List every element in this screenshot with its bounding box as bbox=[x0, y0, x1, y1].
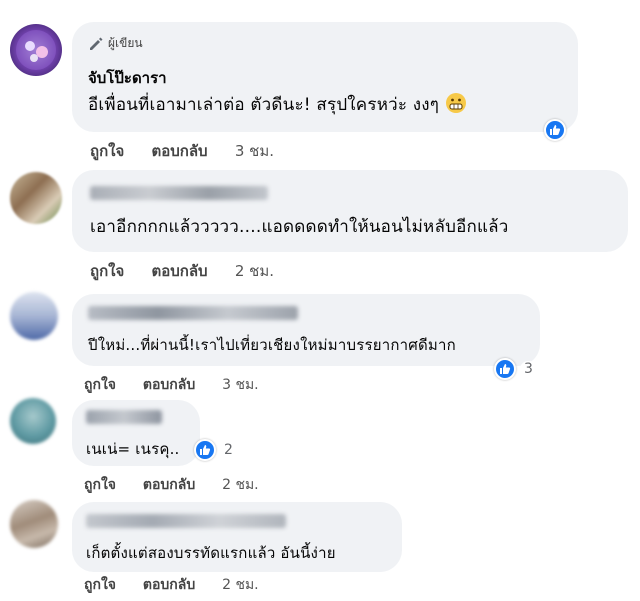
reply-button[interactable]: ตอบกลับ bbox=[152, 142, 208, 160]
timestamp[interactable]: 2 ชม. bbox=[235, 262, 274, 280]
reaction-summary[interactable]: 2 bbox=[194, 438, 237, 462]
comment-item: ปีใหม่...ที่ผ่านนี้!เราไปเที่ยวเชียงใหม่… bbox=[0, 284, 640, 394]
avatar[interactable] bbox=[10, 172, 62, 224]
timestamp[interactable]: 2 ชม. bbox=[222, 477, 259, 493]
pencil-icon bbox=[90, 37, 103, 50]
author-name-blurred[interactable] bbox=[90, 186, 268, 200]
comment-actions: ถูกใจ ตอบกลับ 2 ชม. bbox=[84, 474, 281, 496]
comment-text: เนเน่= เนรคุ.. bbox=[86, 440, 180, 458]
reaction-summary[interactable] bbox=[544, 118, 566, 142]
comment-text: เอาอีกกกกแล้ววววว....แอดดดดทำให้นอนไม่หล… bbox=[90, 217, 509, 237]
reply-button[interactable]: ตอบกลับ bbox=[152, 262, 208, 280]
like-reaction-icon bbox=[494, 358, 516, 380]
like-reaction-icon bbox=[194, 439, 216, 461]
like-reaction-icon bbox=[544, 119, 566, 141]
avatar[interactable] bbox=[10, 500, 58, 548]
like-button[interactable]: ถูกใจ bbox=[90, 262, 124, 280]
reaction-count: 2 bbox=[220, 442, 237, 458]
comment-item: ผู้เขียน จับโป๊ะดารา อีเพื่อนที่เอามาเล่… bbox=[0, 0, 640, 160]
comment-actions: ถูกใจ ตอบกลับ 2 ชม. bbox=[90, 259, 296, 283]
timestamp[interactable]: 3 ชม. bbox=[222, 377, 259, 393]
author-badge: ผู้เขียน bbox=[88, 34, 143, 53]
reply-button[interactable]: ตอบกลับ bbox=[143, 377, 195, 393]
timestamp[interactable]: 2 ชม. bbox=[222, 577, 259, 593]
author-name-blurred[interactable] bbox=[86, 514, 286, 528]
comment-item: เก็ตตั้งแต่สองบรรทัดแรกแล้ว อันนี้ง่าย ถ… bbox=[0, 494, 640, 601]
badge-label: ผู้เขียน bbox=[108, 36, 143, 50]
grimacing-face-icon bbox=[445, 93, 466, 113]
page-logo-icon bbox=[16, 30, 56, 70]
reaction-summary[interactable]: 3 bbox=[494, 357, 537, 381]
avatar[interactable] bbox=[10, 24, 62, 76]
comment-actions: ถูกใจ ตอบกลับ 3 ชม. bbox=[84, 374, 281, 396]
reply-button[interactable]: ตอบกลับ bbox=[143, 577, 195, 593]
like-button[interactable]: ถูกใจ bbox=[84, 477, 116, 493]
comment-item: เนเน่= เนรคุ.. 2 ถูกใจ ตอบกลับ 2 ชม. bbox=[0, 394, 640, 498]
avatar[interactable] bbox=[10, 398, 56, 444]
comment-item: เอาอีกกกกแล้ววววว....แอดดดดทำให้นอนไม่หล… bbox=[0, 160, 640, 280]
author-name-blurred[interactable] bbox=[86, 410, 162, 424]
comment-text: อีเพื่อนที่เอามาเล่าต่อ ตัวดีนะ! สรุปใคร… bbox=[88, 91, 467, 118]
author-name-blurred[interactable] bbox=[88, 306, 298, 320]
reaction-count: 3 bbox=[520, 361, 537, 377]
like-button[interactable]: ถูกใจ bbox=[84, 577, 116, 593]
like-button[interactable]: ถูกใจ bbox=[90, 142, 124, 160]
comment-text: ปีใหม่...ที่ผ่านนี้!เราไปเที่ยวเชียงใหม่… bbox=[88, 336, 456, 354]
like-button[interactable]: ถูกใจ bbox=[84, 377, 116, 393]
reply-button[interactable]: ตอบกลับ bbox=[143, 477, 195, 493]
avatar[interactable] bbox=[10, 292, 58, 340]
timestamp[interactable]: 3 ชม. bbox=[235, 142, 274, 160]
author-name[interactable]: จับโป๊ะดารา bbox=[88, 66, 167, 90]
comment-text: เก็ตตั้งแต่สองบรรทัดแรกแล้ว อันนี้ง่าย bbox=[86, 544, 336, 562]
comment-actions: ถูกใจ ตอบกลับ 2 ชม. bbox=[84, 574, 281, 596]
